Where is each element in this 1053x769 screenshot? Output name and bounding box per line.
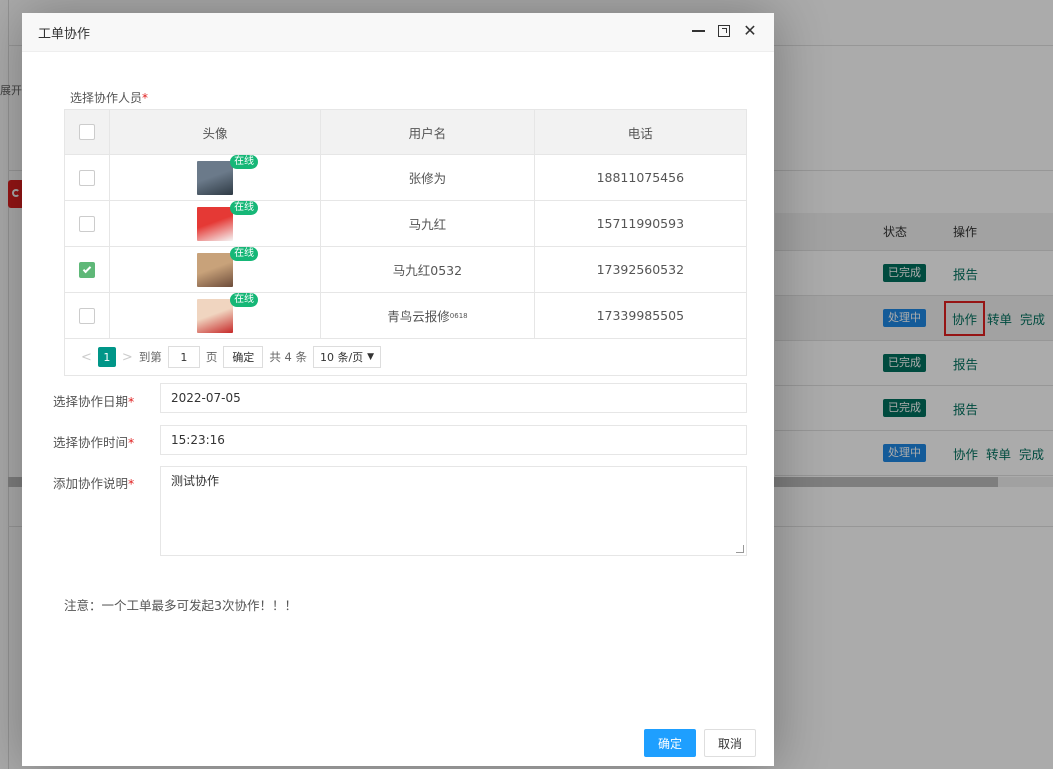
resize-handle-icon[interactable] [736,545,744,553]
goto-confirm-button[interactable]: 确定 [223,346,264,368]
select-users-label: 选择协作人员* [70,91,149,105]
online-badge: 在线 [230,292,259,307]
users-table: 头像 用户名 电话 在线 张修为 18811075456 在线 马九红 157119905… [64,109,747,376]
time-label: 选择协作时间* [53,435,135,450]
username-cell: 青鸟云报修 0618 [321,293,535,338]
date-input[interactable]: 2022-07-05 [160,383,747,413]
online-badge: 在线 [230,154,259,169]
avatar [197,206,234,241]
select-all-checkbox[interactable] [78,124,95,140]
username-cell: 马九红 [321,201,535,246]
date-label: 选择协作日期* [53,394,135,409]
phone-header: 电话 [627,125,653,141]
row-checkbox[interactable] [78,215,95,232]
pagination: < 1 > 到第 1 页 确定 共 4 条 10 条/页 ▼ [65,339,746,375]
avatar [197,252,234,287]
table-header: 头像 用户名 电话 [65,110,746,155]
table-row[interactable]: 在线 张修为 18811075456 [65,154,746,201]
online-badge: 在线 [230,200,259,215]
limit-note: 注意：一个工单最多可发起3次协作！！！ [64,598,297,613]
dialog-titlebar: 工单协作 [22,13,774,52]
avatar-header: 头像 [110,110,322,154]
phone-cell: 18811075456 [596,170,685,185]
row-checkbox[interactable] [78,169,95,186]
table-row[interactable]: 在线 青鸟云报修 0618 17339985505 [65,292,746,339]
phone-cell: 17392560532 [596,262,685,277]
maximize-icon[interactable] [716,23,732,39]
goto-label: 到第 [138,350,162,364]
confirm-button[interactable]: 确定 [644,729,696,757]
description-textarea[interactable]: 测试协作 [160,466,747,556]
collaboration-dialog: 工单协作 ✕ 选择协作人员* 头像 用户名 电话 在线 张修为 1881107545… [22,13,774,766]
phone-cell: 17339985505 [596,308,685,323]
check-icon [82,264,92,273]
username-cell: 马九红0532 [321,247,535,292]
online-badge: 在线 [230,246,259,261]
cancel-button[interactable]: 取消 [704,729,756,757]
dialog-title: 工单协作 [38,26,91,42]
table-row[interactable]: 在线 马九红 15711990593 [65,200,746,247]
row-checkbox[interactable] [78,307,95,324]
description-label: 添加协作说明* [53,476,135,491]
username-header: 用户名 [321,110,535,154]
total-count: 共 4 条 [269,350,307,364]
avatar [197,298,234,333]
chevron-down-icon: ▼ [367,352,375,362]
table-row[interactable]: 在线 马九红0532 17392560532 [65,246,746,293]
username-cell: 张修为 [321,155,535,200]
per-page-select[interactable]: 10 条/页 ▼ [312,346,382,368]
close-icon[interactable]: ✕ [742,23,758,39]
prev-page-icon[interactable]: < [81,350,92,365]
time-input[interactable]: 15:23:16 [160,425,747,455]
minimize-icon[interactable] [690,23,706,39]
next-page-icon[interactable]: > [122,350,133,365]
row-checkbox[interactable] [78,261,95,278]
phone-cell: 15711990593 [596,216,685,231]
avatar [197,160,234,195]
page-unit: 页 [205,350,218,364]
page-current[interactable]: 1 [97,347,116,367]
page-input[interactable]: 1 [167,346,200,368]
